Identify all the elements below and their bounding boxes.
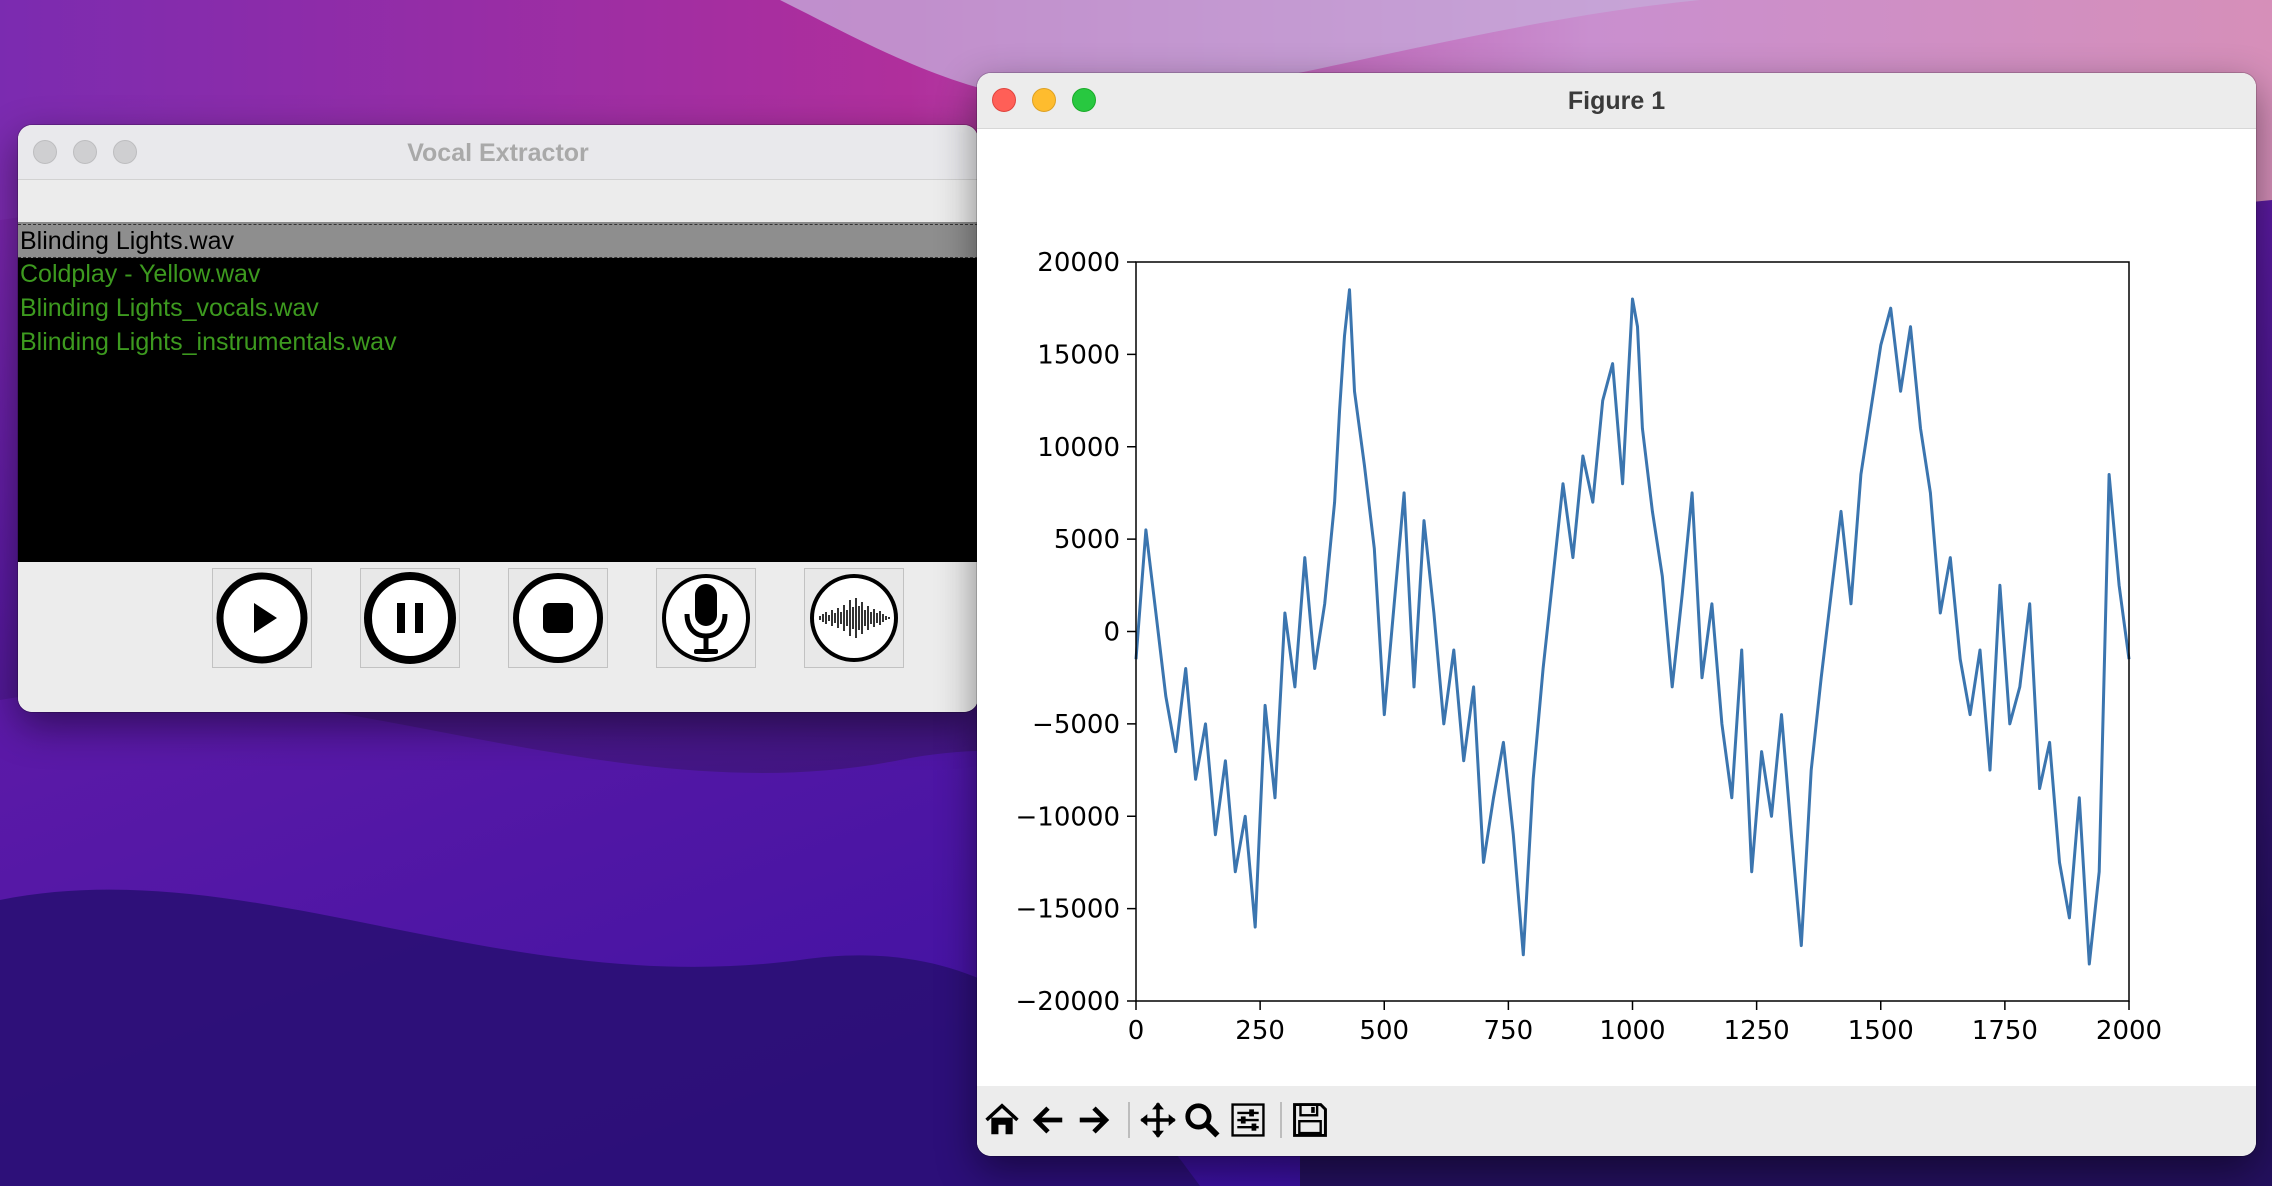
vocal-extractor-window: Vocal Extractor Blinding Lights.wav Cold…: [18, 125, 978, 712]
pan-button[interactable]: [1138, 1100, 1178, 1140]
pan-icon: [1140, 1102, 1176, 1138]
record-button[interactable]: [656, 568, 756, 668]
y-tick-label: −5000: [1032, 710, 1120, 740]
vocal-extractor-titlebar[interactable]: Vocal Extractor: [18, 125, 978, 180]
y-tick-label: 15000: [1037, 340, 1120, 370]
save-icon: [1293, 1103, 1327, 1137]
window-title: Vocal Extractor: [407, 139, 589, 167]
play-button[interactable]: [212, 568, 312, 668]
play-icon: [216, 572, 308, 664]
y-tick-label: −10000: [1016, 802, 1121, 832]
toolbar-separator: [1280, 1102, 1282, 1138]
x-tick-label: 500: [1359, 1016, 1409, 1046]
forward-button[interactable]: [1074, 1100, 1114, 1140]
home-button[interactable]: [982, 1100, 1022, 1140]
figure-window: Figure 1 0 250 500 750 1000 1250 1500 1750 2000 2…: [977, 73, 2256, 1156]
y-tick-label: 10000: [1037, 433, 1120, 463]
microphone-icon: [662, 574, 750, 662]
x-tick-label: 1500: [1848, 1016, 1914, 1046]
toolbar-separator: [1128, 1102, 1130, 1138]
x-tick-label: 750: [1484, 1016, 1534, 1046]
line-chart: 0 250 500 750 1000 1250 1500 1750 2000 20000 15000…: [1016, 248, 2163, 1046]
file-list-item[interactable]: Blinding Lights_vocals.wav: [20, 292, 319, 324]
y-tick-label: −15000: [1016, 895, 1121, 925]
stop-icon: [513, 573, 603, 663]
zoom-icon: [1185, 1103, 1220, 1138]
back-icon: [1032, 1106, 1063, 1134]
extract-vocals-button[interactable]: [804, 568, 904, 668]
waveform-icon: [810, 574, 898, 662]
y-tick-label: −20000: [1016, 987, 1121, 1017]
forward-icon: [1079, 1106, 1110, 1134]
x-tick-label: 2000: [2096, 1016, 2162, 1046]
navigation-toolbar: [977, 1086, 2256, 1156]
stop-button[interactable]: [508, 568, 608, 668]
x-tick-label: 0: [1128, 1016, 1145, 1046]
y-tick-label: 20000: [1037, 248, 1120, 278]
pause-icon: [364, 572, 456, 664]
x-tick-label: 1250: [1724, 1016, 1790, 1046]
back-button[interactable]: [1028, 1100, 1068, 1140]
figure-titlebar[interactable]: Figure 1: [977, 73, 2256, 129]
save-button[interactable]: [1290, 1100, 1330, 1140]
window-title: Figure 1: [1567, 87, 1666, 115]
file-listbox[interactable]: Blinding Lights.wav Coldplay - Yellow.wa…: [18, 222, 978, 564]
file-list-item[interactable]: Blinding Lights_instrumentals.wav: [20, 326, 397, 358]
toolbar-area: [18, 180, 978, 222]
home-icon: [985, 1103, 1019, 1135]
x-tick-label: 1000: [1599, 1016, 1665, 1046]
configure-subplots-button[interactable]: [1228, 1100, 1268, 1140]
zoom-rect-button[interactable]: [1182, 1100, 1222, 1140]
x-tick-label: 1750: [1972, 1016, 2038, 1046]
x-tick-label: 250: [1235, 1016, 1285, 1046]
configure-subplots-icon: [1231, 1103, 1265, 1137]
y-tick-label: 0: [1103, 618, 1120, 648]
file-list-item[interactable]: Coldplay - Yellow.wav: [20, 258, 260, 290]
file-list-item-selected[interactable]: Blinding Lights.wav: [18, 224, 978, 258]
pause-button[interactable]: [360, 568, 460, 668]
y-tick-label: 5000: [1054, 525, 1120, 555]
